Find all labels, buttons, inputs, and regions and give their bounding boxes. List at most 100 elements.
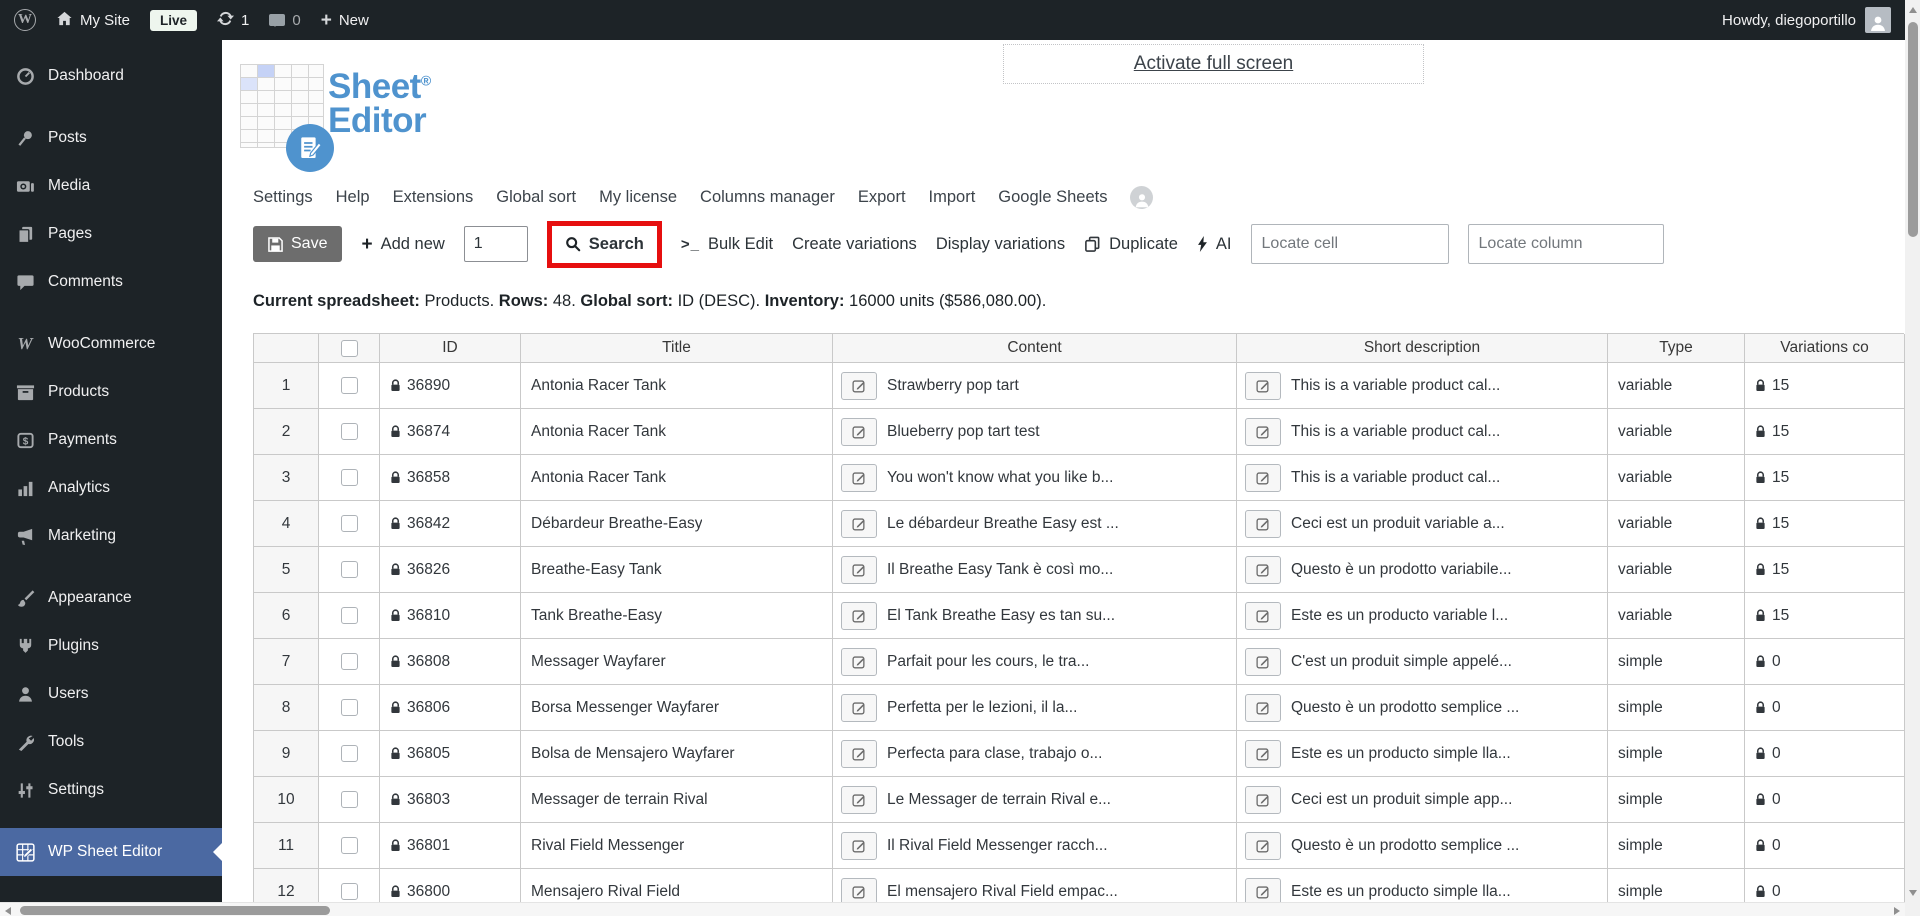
rows-count-input[interactable]: [463, 226, 528, 262]
short-description-cell[interactable]: Ceci est un produit variable a...: [1237, 501, 1608, 547]
variations-count-cell[interactable]: 15: [1745, 455, 1905, 501]
column-header-content[interactable]: Content: [833, 334, 1237, 363]
edit-icon[interactable]: [841, 647, 877, 676]
edit-icon[interactable]: [841, 693, 877, 722]
row-checkbox[interactable]: [340, 561, 358, 578]
sidebar-item-appearance[interactable]: Appearance: [0, 574, 222, 622]
tab-google-sheets[interactable]: Google Sheets: [998, 188, 1107, 207]
title-cell[interactable]: Breathe-Easy Tank: [521, 547, 833, 593]
row-number-cell[interactable]: 3: [254, 455, 319, 501]
type-cell[interactable]: simple: [1608, 823, 1745, 869]
short-description-cell[interactable]: Este es un producto simple lla...: [1237, 731, 1608, 777]
edit-icon[interactable]: [1245, 739, 1281, 768]
edit-icon[interactable]: [841, 463, 877, 492]
short-description-cell[interactable]: This is a variable product cal...: [1237, 455, 1608, 501]
id-cell[interactable]: 36890: [380, 363, 521, 409]
locate-cell-input[interactable]: [1250, 224, 1449, 264]
edit-icon[interactable]: [841, 739, 877, 768]
account-avatar-icon[interactable]: [1130, 186, 1154, 209]
row-number-cell[interactable]: 12: [254, 869, 319, 902]
variations-count-cell[interactable]: 0: [1745, 869, 1905, 902]
vertical-scrollbar[interactable]: [1905, 0, 1920, 902]
id-cell[interactable]: 36874: [380, 409, 521, 455]
row-number-cell[interactable]: 9: [254, 731, 319, 777]
row-checkbox[interactable]: [340, 469, 358, 486]
sidebar-item-settings[interactable]: Settings: [0, 766, 222, 814]
sidebar-item-wp-sheet-editor[interactable]: WP Sheet Editor: [0, 828, 222, 876]
id-cell[interactable]: 36805: [380, 731, 521, 777]
sidebar-item-media[interactable]: Media: [0, 162, 222, 210]
edit-icon[interactable]: [1245, 831, 1281, 860]
sidebar-item-dashboard[interactable]: Dashboard: [0, 52, 222, 100]
id-cell[interactable]: 36842: [380, 501, 521, 547]
row-number-cell[interactable]: 6: [254, 593, 319, 639]
content-cell[interactable]: Strawberry pop tart: [833, 363, 1237, 409]
sidebar-item-payments[interactable]: $ Payments: [0, 416, 222, 464]
type-cell[interactable]: simple: [1608, 777, 1745, 823]
edit-icon[interactable]: [1245, 601, 1281, 630]
content-cell[interactable]: Blueberry pop tart test: [833, 409, 1237, 455]
content-cell[interactable]: Il Rival Field Messenger racch...: [833, 823, 1237, 869]
horizontal-scrollbar[interactable]: [0, 902, 1905, 916]
title-cell[interactable]: Antonia Racer Tank: [521, 409, 833, 455]
id-cell[interactable]: 36808: [380, 639, 521, 685]
tab-help[interactable]: Help: [336, 188, 370, 207]
comments-link[interactable]: 0: [269, 12, 301, 29]
howdy-text[interactable]: Howdy, diegoportillo: [1722, 12, 1856, 29]
content-cell[interactable]: Le débardeur Breathe Easy est ...: [833, 501, 1237, 547]
variations-count-cell[interactable]: 0: [1745, 639, 1905, 685]
tab-export[interactable]: Export: [858, 188, 906, 207]
row-checkbox[interactable]: [340, 653, 358, 670]
row-checkbox[interactable]: [340, 837, 358, 854]
column-header-id[interactable]: ID: [380, 334, 521, 363]
edit-icon[interactable]: [1245, 509, 1281, 538]
edit-icon[interactable]: [841, 831, 877, 860]
row-checkbox[interactable]: [340, 883, 358, 900]
add-new-button[interactable]: + Add new: [361, 235, 444, 254]
variations-count-cell[interactable]: 0: [1745, 777, 1905, 823]
wordpress-menu[interactable]: W: [14, 9, 36, 31]
type-cell[interactable]: variable: [1608, 593, 1745, 639]
title-cell[interactable]: Tank Breathe-Easy: [521, 593, 833, 639]
edit-icon[interactable]: [1245, 785, 1281, 814]
row-checkbox[interactable]: [340, 607, 358, 624]
type-cell[interactable]: simple: [1608, 639, 1745, 685]
variations-count-cell[interactable]: 15: [1745, 501, 1905, 547]
type-cell[interactable]: variable: [1608, 363, 1745, 409]
edit-icon[interactable]: [1245, 555, 1281, 584]
horizontal-scrollbar-thumb[interactable]: [20, 905, 330, 915]
tab-extensions[interactable]: Extensions: [393, 188, 474, 207]
edit-icon[interactable]: [841, 555, 877, 584]
sidebar-item-products[interactable]: Products: [0, 368, 222, 416]
id-cell[interactable]: 36803: [380, 777, 521, 823]
short-description-cell[interactable]: Questo è un prodotto semplice ...: [1237, 823, 1608, 869]
title-cell[interactable]: Bolsa de Mensajero Wayfarer: [521, 731, 833, 777]
sidebar-item-marketing[interactable]: Marketing: [0, 512, 222, 560]
variations-count-cell[interactable]: 0: [1745, 685, 1905, 731]
variations-count-cell[interactable]: 15: [1745, 547, 1905, 593]
title-cell[interactable]: Borsa Messenger Wayfarer: [521, 685, 833, 731]
sidebar-item-posts[interactable]: Posts: [0, 114, 222, 162]
updates-link[interactable]: 1: [217, 10, 249, 31]
edit-icon[interactable]: [841, 877, 877, 902]
variations-count-cell[interactable]: 15: [1745, 593, 1905, 639]
row-number-cell[interactable]: 1: [254, 363, 319, 409]
variations-count-cell[interactable]: 15: [1745, 409, 1905, 455]
vertical-scrollbar-thumb[interactable]: [1907, 22, 1918, 237]
id-cell[interactable]: 36800: [380, 869, 521, 902]
variations-count-cell[interactable]: 0: [1745, 823, 1905, 869]
live-badge[interactable]: Live: [150, 9, 198, 31]
title-cell[interactable]: Messager Wayfarer: [521, 639, 833, 685]
edit-icon[interactable]: [841, 417, 877, 446]
column-header-short-description[interactable]: Short description: [1237, 334, 1608, 363]
new-content-menu[interactable]: + New: [321, 11, 369, 30]
id-cell[interactable]: 36801: [380, 823, 521, 869]
duplicate-button[interactable]: Duplicate: [1084, 235, 1178, 254]
short-description-cell[interactable]: This is a variable product cal...: [1237, 409, 1608, 455]
column-header-title[interactable]: Title: [521, 334, 833, 363]
locate-column-input[interactable]: [1467, 224, 1664, 264]
edit-icon[interactable]: [1245, 877, 1281, 902]
display-variations-button[interactable]: Display variations: [936, 235, 1065, 254]
row-number-cell[interactable]: 2: [254, 409, 319, 455]
row-checkbox[interactable]: [340, 745, 358, 762]
